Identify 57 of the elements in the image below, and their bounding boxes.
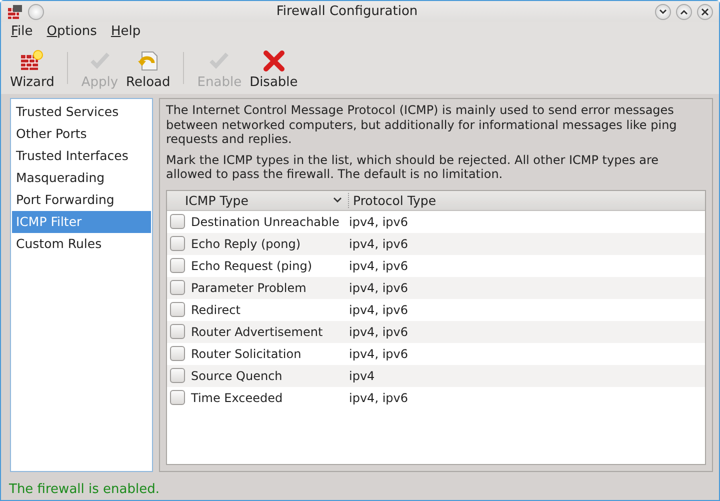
sidebar-item[interactable]: Trusted Interfaces <box>12 145 151 167</box>
table-cell: ipv4, ipv6 <box>349 324 408 338</box>
table-cell: ipv4, ipv6 <box>349 280 408 294</box>
sidebar-item[interactable]: Trusted Services <box>12 101 151 123</box>
description-text: The Internet Control Message Protocol (ICMP) is mainly used to send error messages between networked computers, but additionally for informational messages like ping requests and replies. <box>166 103 678 146</box>
menu-item[interactable]: File <box>11 24 33 42</box>
table-cell: Echo Request (ping) <box>191 258 312 272</box>
brick-wall-icon <box>20 50 44 72</box>
status-text: The firewall is enabled. <box>8 480 160 498</box>
table-cell: Redirect <box>191 302 240 316</box>
table-cell: Router Advertisement <box>191 324 323 338</box>
menu-item[interactable]: Options <box>46 24 97 42</box>
sidebar-item[interactable]: Custom Rules <box>12 233 151 255</box>
menu-item[interactable]: Help <box>110 24 141 42</box>
toolbar-button[interactable]: Reload <box>123 46 174 90</box>
checkbox[interactable] <box>170 302 185 317</box>
table-cell: Source Quench <box>191 368 282 382</box>
table-cell: Destination Unreachable <box>191 214 340 228</box>
table-cell: Echo Reply (pong) <box>191 236 301 250</box>
checkbox[interactable] <box>170 346 185 361</box>
checkbox[interactable] <box>170 258 185 273</box>
caret-up-icon <box>680 8 688 14</box>
checkbox[interactable] <box>170 280 185 295</box>
close-button[interactable] <box>697 4 713 20</box>
table-cell: ipv4, ipv6 <box>349 236 408 250</box>
window-title: Firewall Configuration <box>275 4 419 19</box>
table-cell: Parameter Problem <box>191 280 306 294</box>
sidebar-item[interactable]: Port Forwarding <box>12 189 151 211</box>
checkbox[interactable] <box>170 214 185 229</box>
sidebar-item[interactable]: Masquerading <box>12 167 151 189</box>
maximize-button[interactable] <box>676 4 692 20</box>
checkbox[interactable] <box>170 236 185 251</box>
sidebar-item[interactable]: Other Ports <box>12 123 151 145</box>
table-cell: Router Solicitation <box>191 346 302 360</box>
window-menu-button[interactable] <box>28 4 44 20</box>
close-icon <box>701 8 709 16</box>
sort-caret-icon <box>333 197 342 203</box>
document-arrow-icon <box>137 50 160 72</box>
column-header[interactable]: Protocol Type <box>349 192 436 208</box>
column-header[interactable]: ICMP Type <box>185 192 248 208</box>
brick-wall-icon <box>7 4 23 20</box>
table-cell: ipv4 <box>349 368 375 382</box>
table-cell: ipv4, ipv6 <box>349 214 408 228</box>
minimize-button[interactable] <box>655 4 671 20</box>
table-cell: ipv4, ipv6 <box>349 302 408 316</box>
table-cell: ipv4, ipv6 <box>349 346 408 360</box>
description-text: Mark the ICMP types in the list, which should be rejected. All other ICMP types are allowed to pass the firewall. The default is no limitation. <box>166 152 660 182</box>
table-cell: Time Exceeded <box>191 390 283 404</box>
checkbox[interactable] <box>170 368 185 383</box>
cross-icon <box>262 50 285 72</box>
table-cell: ipv4, ipv6 <box>349 390 408 404</box>
caret-down-icon <box>659 8 667 14</box>
toolbar-button[interactable]: Disable <box>246 46 301 90</box>
table-cell: ipv4, ipv6 <box>349 258 408 272</box>
toolbar-button[interactable]: Wizard <box>7 46 58 90</box>
checkbox[interactable] <box>170 324 185 339</box>
checkbox[interactable] <box>170 390 185 405</box>
